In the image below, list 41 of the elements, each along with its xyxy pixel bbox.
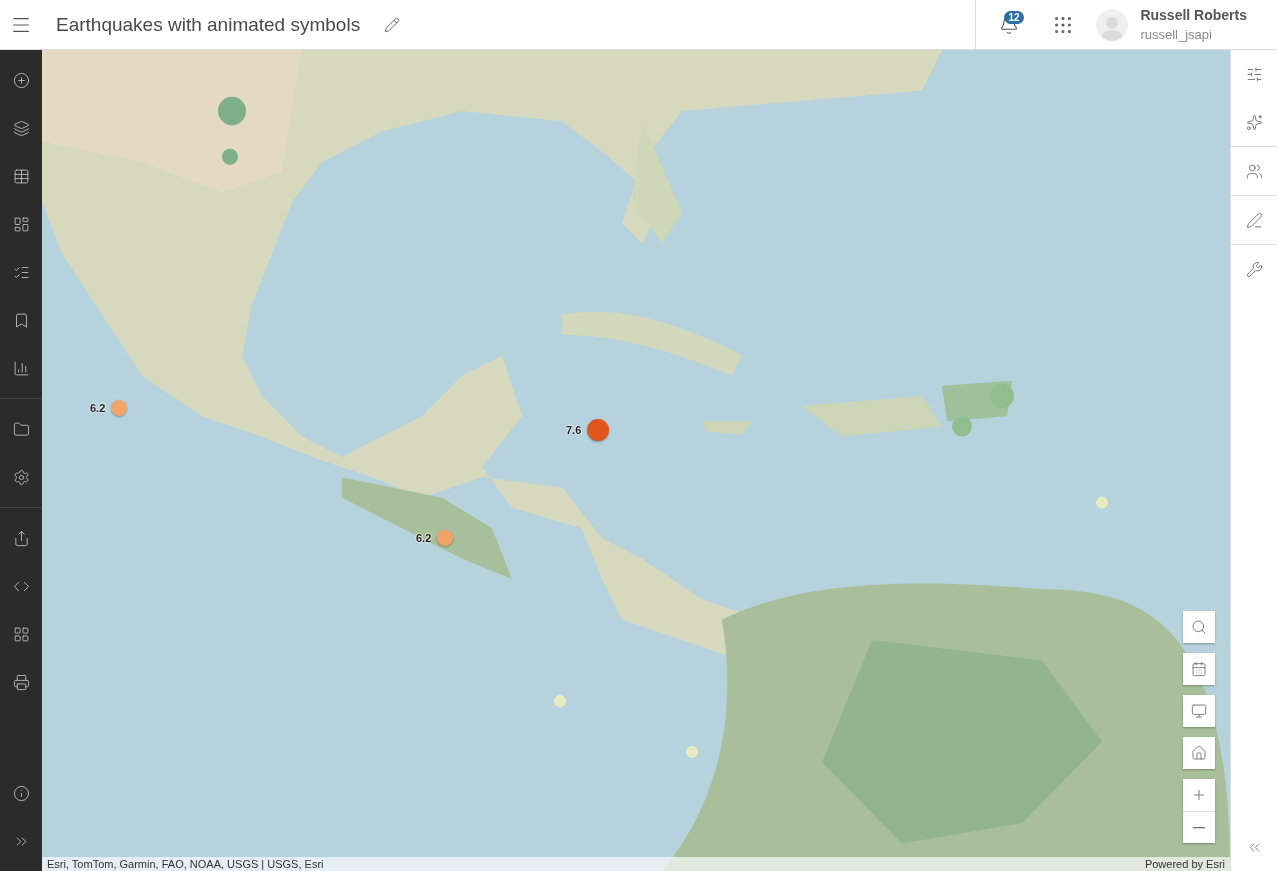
sparkle-icon [1245, 113, 1263, 131]
search-icon [1191, 619, 1207, 635]
user-avatar[interactable] [1096, 8, 1129, 41]
pen-icon [1245, 211, 1263, 229]
search-button[interactable] [1183, 611, 1215, 643]
printer-icon [12, 673, 30, 691]
magnitude-label: 6.2 [90, 402, 106, 414]
minus-icon [1193, 826, 1205, 829]
table-icon [12, 167, 30, 185]
wrench-icon [1245, 260, 1263, 278]
user-name: Russell Roberts [1140, 7, 1247, 23]
magnitude-label: 6.2 [416, 532, 432, 544]
layers-icon [12, 119, 30, 137]
legend-icon [12, 215, 30, 233]
folder-icon [12, 420, 30, 438]
map[interactable]: 6.2 7.6 6.2 Esri, TomTom, Garmin, FAO, NOAA, USGS | USGS, Esri Powered by Esri [42, 50, 1230, 871]
info-icon [12, 784, 30, 802]
notifications-button[interactable]: 12 [988, 8, 1031, 41]
sliders-icon [1245, 65, 1263, 83]
time-button[interactable] [1183, 653, 1215, 685]
grid-icon [12, 625, 30, 643]
app-title: Earthquakes with animated symbols [56, 13, 361, 36]
share-icon [12, 529, 30, 547]
magnitude-label: 7.6 [566, 424, 582, 436]
bar-chart-icon [12, 359, 30, 377]
zoom-out-button[interactable] [1183, 811, 1215, 843]
user-login: russell_jsapi [1140, 27, 1213, 42]
home-icon [1191, 745, 1207, 761]
monitor-icon [1191, 703, 1207, 719]
calendar-icon [1191, 661, 1207, 677]
home-button[interactable] [1183, 737, 1215, 769]
powered-by-text: Powered by Esri [1144, 858, 1225, 870]
settings-icon [12, 468, 30, 486]
fullscreen-button[interactable] [1183, 695, 1215, 727]
plus-icon [1191, 787, 1207, 803]
people-icon [1245, 162, 1263, 180]
notification-badge: 12 [1004, 10, 1024, 24]
zoom-in-button[interactable] [1183, 779, 1215, 811]
add-icon [12, 71, 30, 89]
pencil-icon [384, 16, 401, 33]
attribution-text: Esri, TomTom, Garmin, FAO, NOAA, USGS | USGS, Esri [47, 858, 324, 870]
